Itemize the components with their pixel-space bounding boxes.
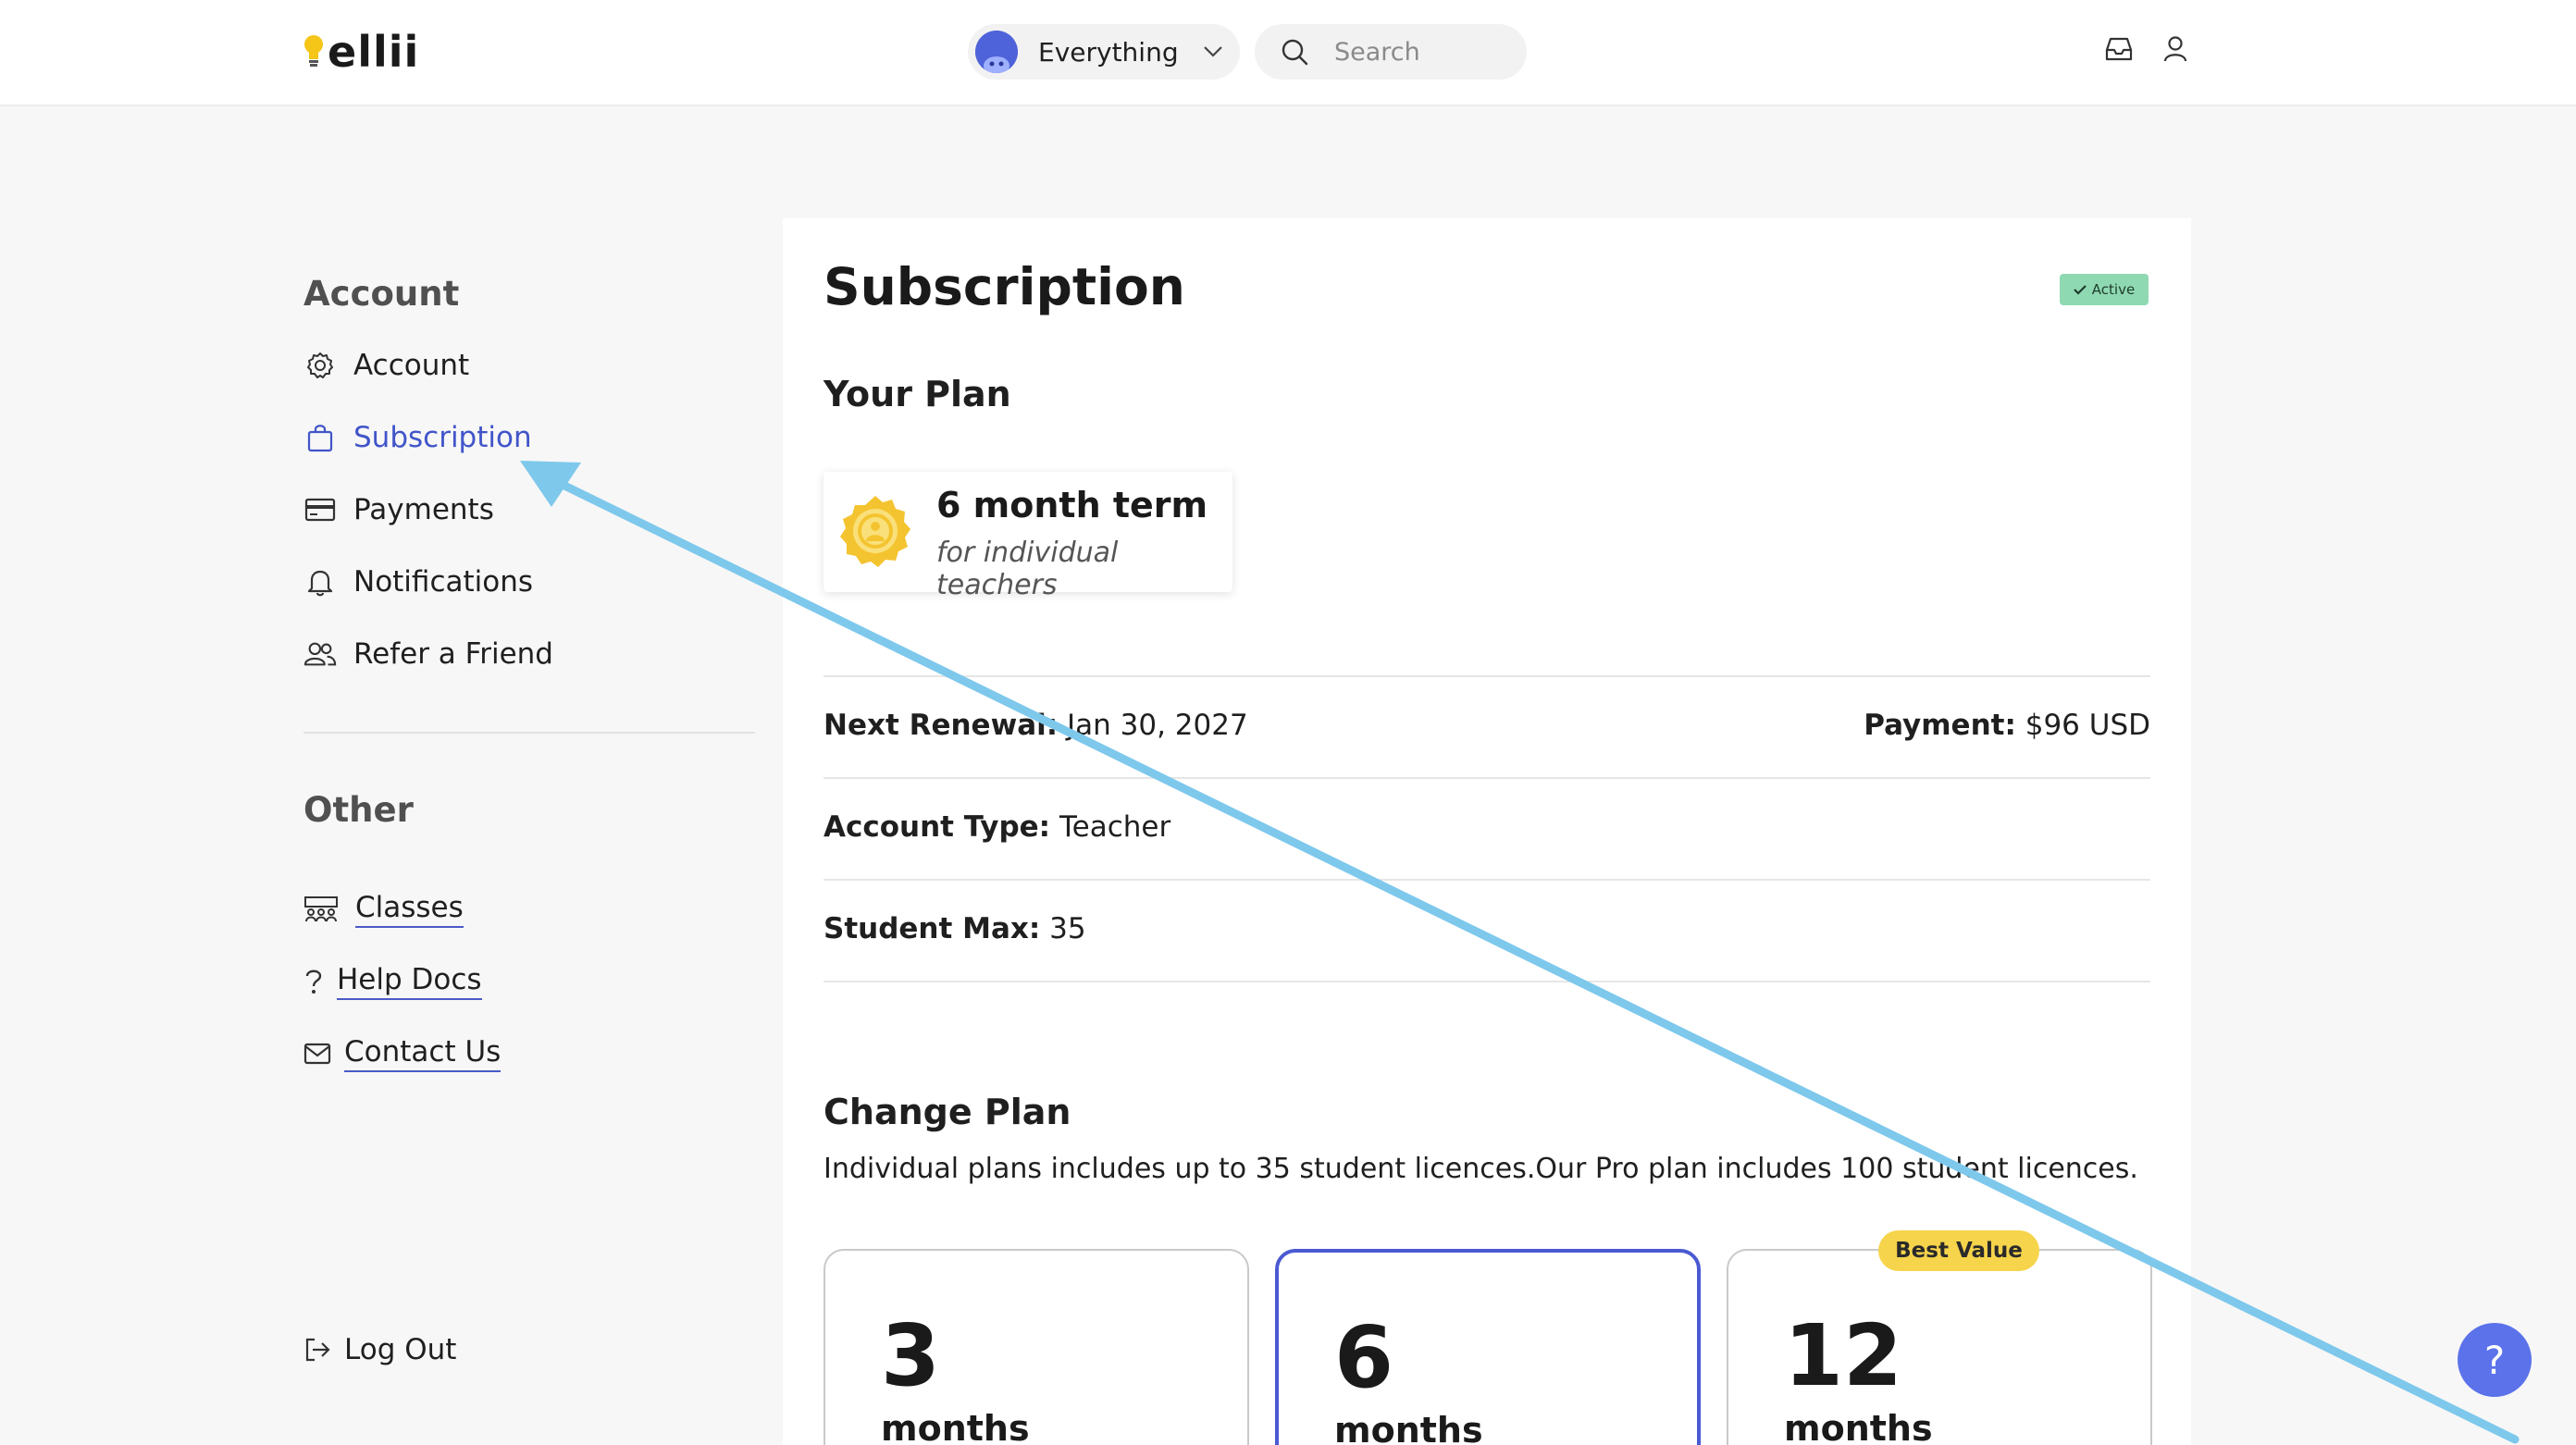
sidebar-item-label: Subscription (353, 421, 532, 454)
plan-option-number: 3 (881, 1306, 941, 1405)
status-badge-label: Active (2091, 281, 2136, 298)
change-plan-description: Individual plans includes up to 35 stude… (824, 1153, 2138, 1185)
users-icon (303, 637, 337, 671)
subscription-card: Subscription Active Your Plan 6 month te… (783, 218, 2191, 1445)
sidebar-item-refer-a-friend[interactable]: Refer a Friend (303, 631, 553, 677)
question-mark-icon: ? (2483, 1337, 2506, 1383)
search-box[interactable] (1255, 24, 1527, 80)
inbox-icon[interactable] (2104, 35, 2134, 63)
sidebar-account-title: Account (303, 274, 460, 314)
account-type-label: Account Type: (824, 810, 1051, 844)
help-chat-button[interactable]: ? (2458, 1323, 2532, 1397)
plan-option-12-months[interactable]: Best Value 12 months (1727, 1230, 2152, 1445)
divider (824, 879, 2150, 881)
sidebar-item-account[interactable]: Account (303, 342, 469, 389)
sidebar-item-subscription[interactable]: Subscription (303, 414, 532, 461)
your-plan-heading: Your Plan (824, 374, 1011, 414)
search-scope-dropdown[interactable]: Everything (968, 24, 1240, 80)
user-profile-icon[interactable] (2163, 35, 2187, 63)
account-type-value: Teacher (1059, 810, 1171, 844)
sidebar-item-notifications[interactable]: Notifications (303, 559, 533, 605)
divider (824, 777, 2150, 779)
scope-label: Everything (1038, 36, 1179, 68)
sidebar-item-label: Payments (353, 493, 494, 526)
current-plan-box: 6 month term for individual teachers (824, 472, 1232, 601)
chevron-down-icon (1203, 46, 1222, 57)
change-plan-heading: Change Plan (824, 1092, 1071, 1132)
check-icon (2074, 285, 2087, 295)
logout-link[interactable]: Log Out (303, 1327, 456, 1373)
sidebar-item-label: Account (353, 349, 470, 382)
plan-option-number: 6 (1334, 1308, 1394, 1407)
student-max-row: Student Max: 35 (824, 912, 1086, 945)
best-value-tag: Best Value (1878, 1230, 2039, 1271)
sidebar-item-label: Help Docs (337, 963, 482, 1000)
sidebar-item-label: Refer a Friend (353, 637, 553, 671)
divider (824, 981, 2150, 982)
gear-icon (303, 349, 337, 382)
ellii-logo[interactable]: ellii (302, 26, 419, 78)
logo-text: ellii (328, 27, 420, 77)
plan-audience: for individual teachers (936, 537, 1119, 601)
page-title: Subscription (824, 257, 1185, 316)
envelope-icon (303, 1037, 331, 1070)
status-badge: Active (2060, 274, 2149, 305)
sidebar-item-label: Classes (355, 891, 464, 928)
plan-option-number: 12 (1784, 1306, 1903, 1405)
plan-term: 6 month term (936, 485, 1208, 525)
plan-option-6-months[interactable]: 6 months (1275, 1249, 1701, 1445)
sidebar-item-help-docs[interactable]: Help Docs (303, 958, 482, 1005)
payment-label: Payment: (1864, 709, 2016, 742)
logout-icon (303, 1333, 331, 1366)
next-renewal-label: Next Renewal: (824, 709, 1059, 742)
top-header: ellii Everything (0, 0, 2576, 106)
classroom-icon (303, 893, 339, 926)
sidebar-item-classes[interactable]: Classes (303, 886, 464, 932)
divider (824, 675, 2150, 677)
sidebar-item-label: Notifications (353, 565, 534, 599)
search-input[interactable] (1334, 37, 1501, 67)
search-icon (1282, 39, 1308, 66)
credit-card-icon (303, 493, 337, 526)
logout-label: Log Out (344, 1333, 457, 1366)
plan-option-unit: months (881, 1408, 1030, 1445)
bell-icon (303, 565, 337, 599)
plan-option-unit: months (1334, 1410, 1483, 1445)
sidebar-divider (303, 732, 755, 734)
shopping-bag-icon (303, 421, 337, 454)
sidebar-item-payments[interactable]: Payments (303, 487, 494, 533)
plan-option-3-months[interactable]: 3 months (824, 1249, 1249, 1445)
plan-option-unit: months (1784, 1408, 1933, 1445)
payment-row: Payment: $96 USD (1864, 709, 2150, 742)
student-max-value: 35 (1049, 912, 1086, 945)
scope-avatar-icon (975, 31, 1018, 73)
payment-value: $96 USD (2025, 709, 2150, 742)
sidebar-item-label: Contact Us (344, 1035, 502, 1072)
sidebar-other-title: Other (303, 790, 414, 830)
medal-badge-icon (840, 496, 910, 567)
next-renewal-value: Jan 30, 2027 (1067, 709, 1248, 742)
question-icon (303, 965, 324, 998)
next-renewal-row: Next Renewal: Jan 30, 2027 (824, 709, 1248, 742)
student-max-label: Student Max: (824, 912, 1041, 945)
lightbulb-icon (304, 35, 323, 67)
sidebar-item-contact-us[interactable]: Contact Us (303, 1031, 502, 1077)
account-type-row: Account Type: Teacher (824, 810, 1170, 844)
